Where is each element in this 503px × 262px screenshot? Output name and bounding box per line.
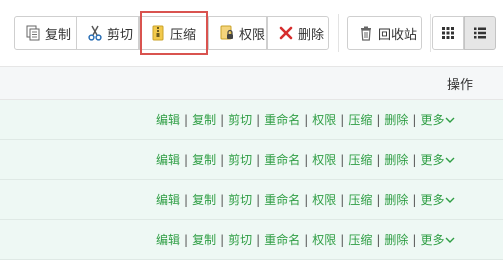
list-view-button[interactable] — [464, 16, 496, 50]
action-link-delete[interactable]: 删除 — [384, 111, 408, 128]
action-separator: | — [304, 192, 309, 207]
table-row: 编辑 | 复制 | 剪切 | 重命名 | 权限 | 压缩 | 删除 | 更多 — [0, 140, 503, 180]
action-separator: | — [340, 112, 345, 127]
scissors-icon — [87, 25, 103, 41]
action-separator: | — [304, 112, 309, 127]
delete-label: 删除 — [298, 27, 325, 43]
list-view-icon — [474, 27, 486, 39]
table-row: 编辑 | 复制 | 剪切 | 重命名 | 权限 | 压缩 | 删除 | 更多 — [0, 220, 503, 260]
action-separator: | — [220, 112, 225, 127]
lock-file-icon — [219, 25, 235, 41]
action-separator: | — [220, 192, 225, 207]
action-link-compress[interactable]: 压缩 — [348, 231, 372, 248]
action-link-more[interactable]: 更多 — [420, 151, 444, 168]
action-separator: | — [340, 152, 345, 167]
action-link-copy[interactable]: 复制 — [192, 231, 216, 248]
row-actions: 编辑 | 复制 | 剪切 | 重命名 | 权限 | 压缩 | 删除 | 更多 — [156, 151, 455, 168]
action-separator: | — [340, 192, 345, 207]
table-header: 操作 — [0, 66, 503, 100]
action-link-cut[interactable]: 剪切 — [228, 151, 252, 168]
action-link-copy[interactable]: 复制 — [192, 151, 216, 168]
toolbar-divider — [430, 14, 431, 52]
action-link-permission[interactable]: 权限 — [312, 111, 336, 128]
trash-icon — [358, 25, 374, 41]
close-icon — [278, 25, 294, 41]
action-link-rename[interactable]: 重命名 — [264, 111, 300, 128]
permission-button[interactable]: 权限 — [208, 16, 267, 50]
action-separator: | — [256, 112, 261, 127]
action-separator: | — [184, 232, 189, 247]
chevron-down-icon[interactable] — [445, 115, 455, 125]
row-actions: 编辑 | 复制 | 剪切 | 重命名 | 权限 | 压缩 | 删除 | 更多 — [156, 191, 455, 208]
operations-column-header: 操作 — [446, 78, 473, 93]
action-link-rename[interactable]: 重命名 — [264, 231, 300, 248]
action-link-edit[interactable]: 编辑 — [156, 231, 180, 248]
toolbar-divider — [338, 14, 339, 52]
action-separator: | — [412, 192, 417, 207]
action-separator: | — [376, 192, 381, 207]
action-link-permission[interactable]: 权限 — [312, 231, 336, 248]
action-link-more[interactable]: 更多 — [420, 231, 444, 248]
action-separator: | — [304, 232, 309, 247]
action-link-more[interactable]: 更多 — [420, 111, 444, 128]
recycle-bin-button[interactable]: 回收站 — [347, 16, 422, 50]
chevron-down-icon[interactable] — [445, 235, 455, 245]
action-link-delete[interactable]: 删除 — [384, 191, 408, 208]
action-link-copy[interactable]: 复制 — [192, 191, 216, 208]
action-link-rename[interactable]: 重命名 — [264, 151, 300, 168]
action-link-edit[interactable]: 编辑 — [156, 191, 180, 208]
action-separator: | — [256, 192, 261, 207]
action-separator: | — [184, 112, 189, 127]
row-actions: 编辑 | 复制 | 剪切 | 重命名 | 权限 | 压缩 | 删除 | 更多 — [156, 111, 455, 128]
permission-label: 权限 — [239, 27, 266, 43]
copy-label: 复制 — [45, 27, 72, 43]
table-row: 编辑 | 复制 | 剪切 | 重命名 | 权限 | 压缩 | 删除 | 更多 — [0, 100, 503, 140]
action-link-compress[interactable]: 压缩 — [348, 151, 372, 168]
table-row: 编辑 | 复制 | 剪切 | 重命名 | 权限 | 压缩 | 删除 | 更多 — [0, 180, 503, 220]
action-separator: | — [376, 152, 381, 167]
cut-label: 剪切 — [107, 27, 134, 43]
action-separator: | — [256, 232, 261, 247]
action-separator: | — [376, 232, 381, 247]
toolbar: 复制 剪切 压缩 权限 删除 回收站 — [0, 0, 503, 66]
action-link-compress[interactable]: 压缩 — [348, 191, 372, 208]
action-separator: | — [412, 112, 417, 127]
action-separator: | — [340, 232, 345, 247]
action-separator: | — [256, 152, 261, 167]
delete-button[interactable]: 删除 — [267, 16, 329, 50]
grid-view-button[interactable] — [432, 16, 464, 50]
compress-highlight-box — [140, 11, 208, 55]
action-separator: | — [184, 152, 189, 167]
action-link-rename[interactable]: 重命名 — [264, 191, 300, 208]
action-link-copy[interactable]: 复制 — [192, 111, 216, 128]
grid-view-icon — [442, 27, 454, 39]
action-link-delete[interactable]: 删除 — [384, 231, 408, 248]
action-link-cut[interactable]: 剪切 — [228, 191, 252, 208]
action-separator: | — [412, 232, 417, 247]
action-link-cut[interactable]: 剪切 — [228, 231, 252, 248]
row-actions: 编辑 | 复制 | 剪切 | 重命名 | 权限 | 压缩 | 删除 | 更多 — [156, 231, 455, 248]
action-separator: | — [304, 152, 309, 167]
recycle-bin-label: 回收站 — [378, 27, 418, 43]
action-link-compress[interactable]: 压缩 — [348, 111, 372, 128]
cut-button[interactable]: 剪切 — [76, 16, 139, 50]
action-link-edit[interactable]: 编辑 — [156, 111, 180, 128]
action-link-more[interactable]: 更多 — [420, 191, 444, 208]
action-link-edit[interactable]: 编辑 — [156, 151, 180, 168]
action-separator: | — [220, 152, 225, 167]
action-link-delete[interactable]: 删除 — [384, 151, 408, 168]
copy-button[interactable]: 复制 — [14, 16, 77, 50]
copy-icon — [25, 25, 41, 41]
action-separator: | — [220, 232, 225, 247]
action-separator: | — [184, 192, 189, 207]
chevron-down-icon[interactable] — [445, 155, 455, 165]
action-link-permission[interactable]: 权限 — [312, 151, 336, 168]
action-link-cut[interactable]: 剪切 — [228, 111, 252, 128]
chevron-down-icon[interactable] — [445, 195, 455, 205]
action-separator: | — [412, 152, 417, 167]
action-link-permission[interactable]: 权限 — [312, 191, 336, 208]
action-separator: | — [376, 112, 381, 127]
